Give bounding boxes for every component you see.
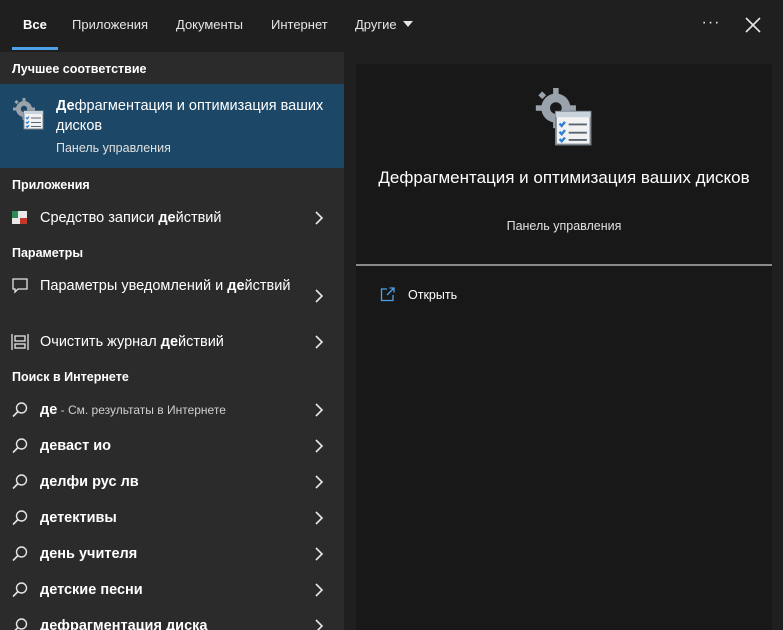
web-result-label: дефрагментация диска [40, 616, 300, 630]
web-result-query: дефрагментация диска [40, 618, 208, 630]
chevron-right-icon [315, 289, 324, 303]
search-icon [12, 510, 28, 526]
setting-clear-activity[interactable]: Очистить журнал действий [0, 330, 344, 364]
web-result-row[interactable]: делфи рус лв [0, 464, 344, 500]
search-tab-bar: Все Приложения Документы Интернет Другие… [0, 0, 783, 52]
open-icon [380, 287, 395, 302]
open-action-label: Открыть [408, 288, 458, 302]
section-settings: Параметры [12, 246, 83, 260]
search-icon [12, 582, 28, 598]
section-apps: Приложения [12, 178, 90, 192]
web-result-row[interactable]: деваст ио [0, 428, 344, 464]
label-highlight: де [158, 210, 176, 226]
section-web: Поиск в Интернете [12, 370, 129, 384]
web-result-query: де [40, 402, 58, 418]
tab-all[interactable]: Все [12, 0, 58, 52]
label-part: йствий [175, 210, 222, 226]
results-panel: Лучшее соответствие Дефрагментация и опт [0, 52, 344, 630]
defrag-icon [13, 98, 44, 130]
best-match-title-rest: фрагментация и оптимизация ваших дисков [56, 98, 324, 134]
best-match-subtitle: Панель управления [56, 141, 171, 155]
web-result-query: делфи рус лв [40, 474, 139, 490]
web-result-query: деваст ио [40, 438, 112, 454]
app-steps-recorder-label: Средство записи действий [40, 208, 300, 228]
chevron-right-icon [315, 439, 324, 453]
tab-more-label: Другие [355, 17, 397, 32]
web-result-suffix: - См. результаты в Интернете [57, 403, 226, 417]
web-result-label: делфи рус лв [40, 472, 300, 492]
preview-divider [356, 264, 772, 266]
search-icon [12, 438, 28, 454]
chevron-right-icon [315, 475, 324, 489]
defrag-icon [535, 88, 592, 146]
chevron-right-icon [315, 211, 324, 225]
web-result-row[interactable]: дефрагментация диска [0, 608, 344, 630]
setting-notifications-label: Параметры уведомлений и действий [40, 276, 300, 296]
setting-notifications[interactable]: Параметры уведомлений и действий [0, 274, 344, 318]
web-result-label: детские песни [40, 580, 300, 600]
chevron-right-icon [315, 335, 324, 349]
web-result-row[interactable]: детективы [0, 500, 344, 536]
search-icon [12, 402, 28, 418]
app-steps-recorder[interactable]: Средство записи действий [0, 206, 344, 242]
preview-panel: Дефрагментация и оптимизация ваших диско… [356, 64, 772, 630]
close-button[interactable] [740, 12, 766, 38]
open-action[interactable]: Открыть [380, 286, 580, 306]
section-best-match: Лучшее соответствие [12, 62, 147, 76]
chevron-right-icon [315, 619, 324, 630]
timeline-icon [11, 334, 29, 350]
close-icon [745, 17, 761, 33]
preview-subtitle: Панель управления [506, 219, 622, 233]
caret-down-icon [402, 21, 413, 27]
web-result-row[interactable]: детские песни [0, 572, 344, 608]
search-icon [14, 618, 28, 630]
web-result-label: день учителя [40, 544, 300, 564]
label-part: йствий [178, 334, 224, 350]
label-part: Параметры уведомлений и [40, 278, 228, 294]
label-part: Средство записи [40, 210, 159, 226]
web-result-row[interactable]: де - См. результаты в Интернете [0, 392, 344, 428]
web-result-query: детективы [40, 510, 117, 526]
label-part: йствий [244, 278, 291, 294]
tab-apps[interactable]: Приложения [72, 0, 148, 52]
web-result-row[interactable]: день учителя [0, 536, 344, 572]
chevron-right-icon [315, 583, 324, 597]
search-icon [12, 546, 28, 562]
chevron-right-icon [315, 403, 324, 417]
label-highlight: де [227, 278, 245, 294]
web-result-query: день учителя [40, 546, 138, 562]
notification-icon [12, 278, 28, 294]
web-result-label: деваст ио [40, 436, 300, 456]
setting-clear-activity-label: Очистить журнал действий [40, 332, 300, 352]
best-match-title: Дефрагментация и оптимизация ваших диско… [56, 96, 326, 136]
search-icon [12, 474, 28, 490]
web-result-label: де - См. результаты в Интернете [40, 400, 300, 420]
tab-documents[interactable]: Документы [176, 0, 243, 52]
chevron-right-icon [315, 547, 324, 561]
web-result-label: детективы [40, 508, 300, 528]
web-result-query: детские песни [40, 582, 143, 598]
chevron-right-icon [315, 511, 324, 525]
best-match-title-highlight: Де [56, 98, 75, 114]
ellipsis-icon[interactable]: ··· [698, 12, 724, 38]
tab-more-dropdown[interactable]: Другие [355, 0, 413, 52]
best-match-item[interactable]: Дефрагментация и оптимизация ваших диско… [0, 84, 344, 168]
tab-web[interactable]: Интернет [271, 0, 328, 52]
label-highlight: де [160, 334, 179, 350]
steps-recorder-icon [12, 211, 27, 224]
preview-title: Дефрагментация и оптимизация ваших диско… [378, 168, 750, 187]
label-part: Очистить журнал [40, 334, 161, 350]
